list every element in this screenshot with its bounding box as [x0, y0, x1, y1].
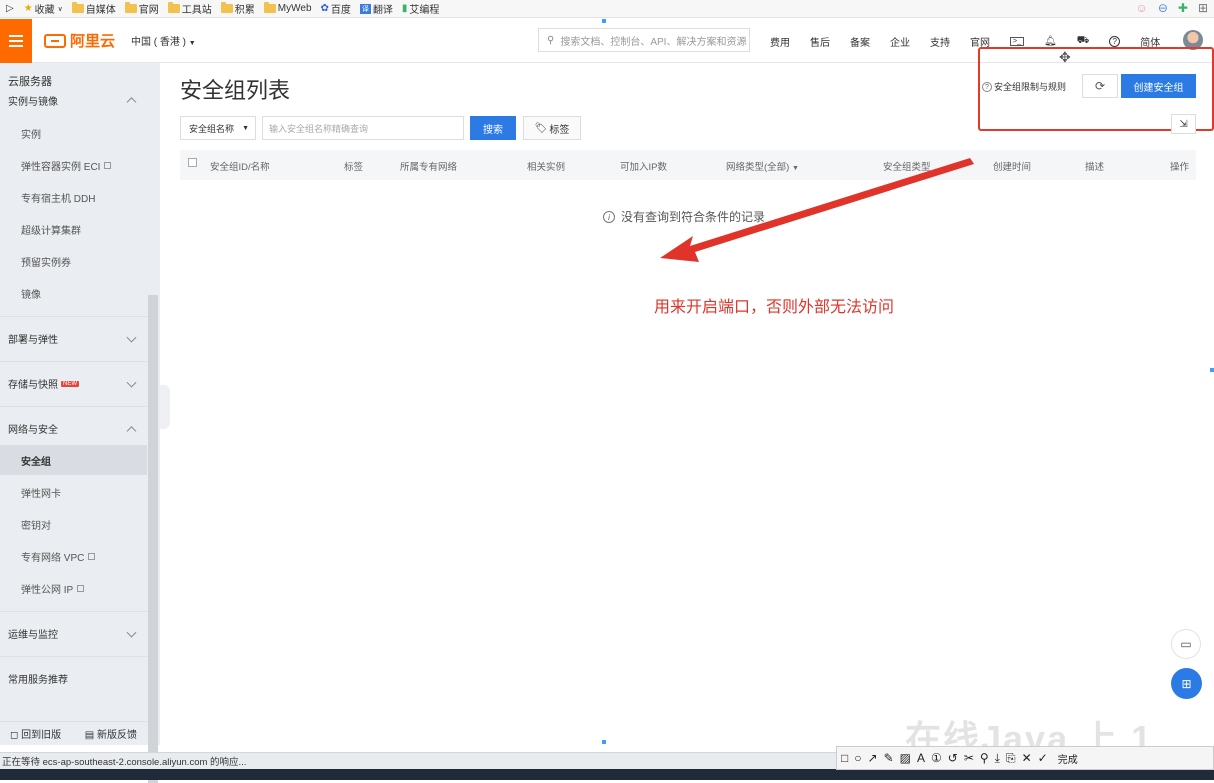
done-button[interactable]: 完成	[1058, 751, 1078, 766]
close-icon[interactable]: ✕	[1022, 751, 1032, 765]
mosaic-icon[interactable]: ▨	[900, 751, 911, 765]
feedback-float-button[interactable]: ▭	[1171, 629, 1201, 659]
apps-icon: ⊞	[1181, 676, 1192, 691]
copy-icon[interactable]: ⎘	[1006, 751, 1016, 766]
screenshot-toolbar: □ ○ ↗ ✎ ▨ A ① ↺ ✂ ⚲ ⤓ ⎘ ✕ ✓ 完成	[836, 746, 1214, 770]
chat-icon: ▭	[1180, 637, 1192, 651]
scissors-icon[interactable]: ✂	[964, 751, 974, 765]
pen-icon[interactable]: ✎	[884, 751, 894, 765]
selection-handle	[602, 19, 606, 23]
selection-handle	[602, 740, 606, 744]
save-icon[interactable]: ⤓	[995, 751, 1000, 766]
ellipse-icon[interactable]: ○	[854, 751, 861, 765]
rectangle-icon[interactable]: □	[841, 751, 848, 765]
check-icon[interactable]: ✓	[1038, 751, 1048, 765]
undo-icon[interactable]: ↺	[948, 751, 958, 765]
number-icon[interactable]: ①	[931, 751, 942, 765]
selection-handle	[1210, 368, 1214, 372]
annotation-text: 用来开启端口，否则外部无法访问	[654, 299, 895, 316]
apps-float-button[interactable]: ⊞	[1171, 668, 1202, 699]
annotation-arrow	[660, 158, 974, 262]
os-taskbar	[0, 769, 1214, 780]
arrow-icon[interactable]: ↗	[868, 751, 878, 765]
pin-icon[interactable]: ⚲	[980, 751, 989, 765]
text-icon[interactable]: A	[917, 751, 925, 765]
